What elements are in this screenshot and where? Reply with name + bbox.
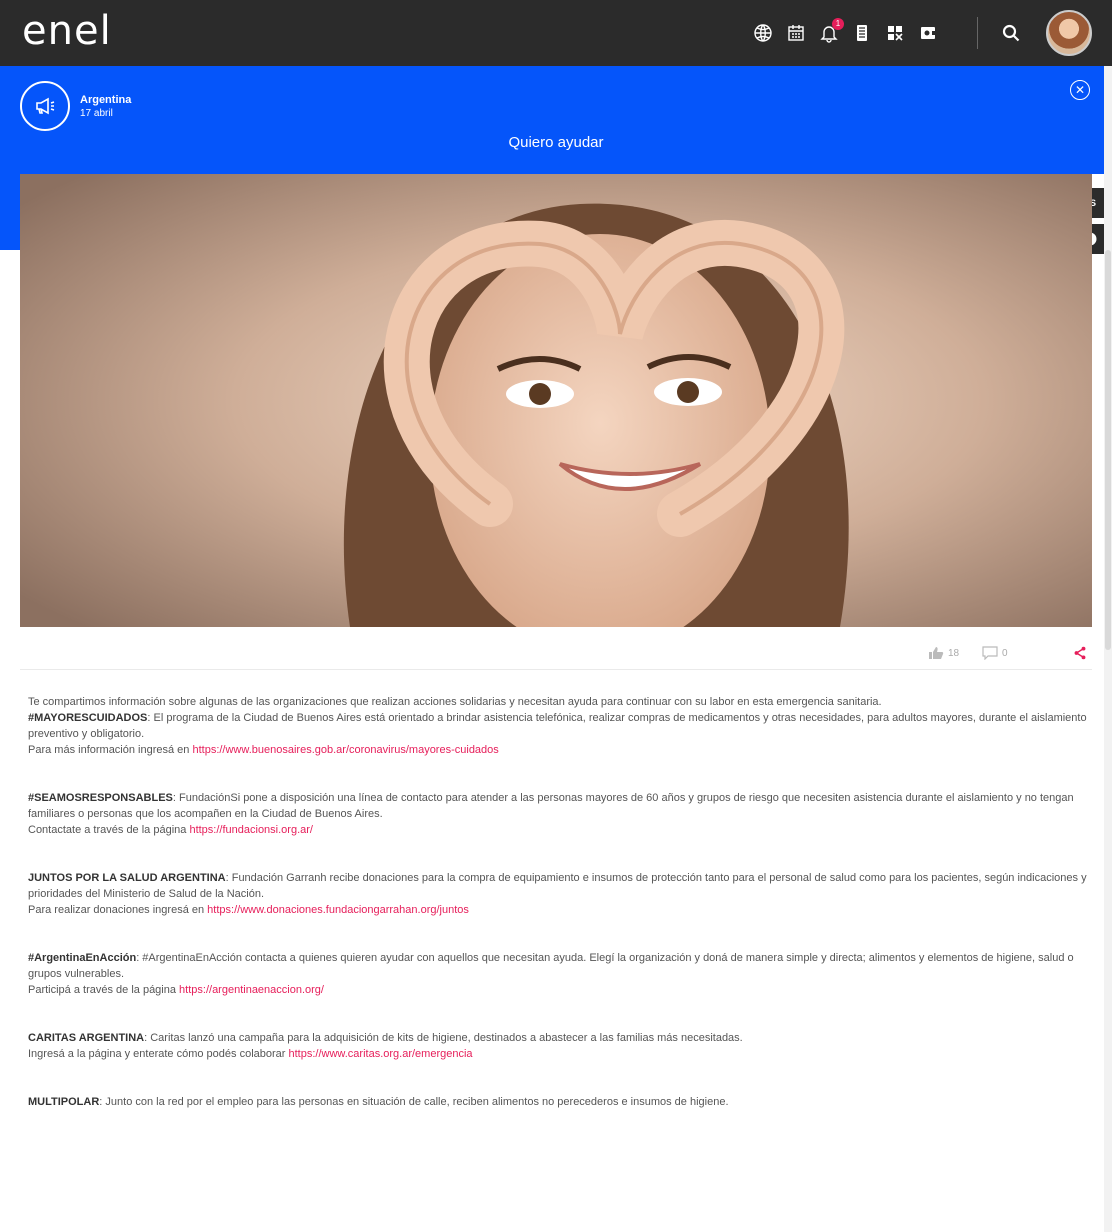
org-heading: MULTIPOLAR (28, 1096, 100, 1108)
user-avatar[interactable] (1046, 10, 1092, 56)
notifications-bell-icon[interactable]: 1 (816, 18, 844, 46)
apps-grid-icon[interactable] (882, 20, 908, 46)
org-link[interactable]: https://fundacionsi.org.ar/ (189, 824, 313, 836)
org-cta: Para más información ingresá en (28, 744, 193, 756)
enel-logo[interactable]: enel (22, 8, 112, 54)
org-block-mayores: #MAYORESCUIDADOS: El programa de la Ciud… (28, 710, 1088, 758)
org-block-seamos: #SEAMOSRESPONSABLES: FundaciónSi pone a … (28, 790, 1088, 838)
org-link[interactable]: https://www.caritas.org.ar/emergencia (289, 1048, 473, 1060)
toolbar-divider (977, 17, 978, 49)
comment-icon (982, 646, 998, 660)
org-block-juntos: JUNTOS POR LA SALUD ARGENTINA: Fundación… (28, 870, 1088, 918)
org-link[interactable]: https://argentinaenaccion.org/ (179, 984, 324, 996)
org-description: : Junto con la red por el empleo para la… (99, 1096, 729, 1108)
org-heading: #ArgentinaEnAcción (28, 952, 137, 964)
share-icon (1074, 646, 1086, 660)
comment-count: 0 (1002, 647, 1008, 659)
post-header-band (0, 66, 1112, 174)
notification-badge: 1 (832, 18, 844, 30)
org-block-multipolar: MULTIPOLAR: Junto con la red por el empl… (28, 1094, 1088, 1110)
post-header-band-edge (0, 174, 20, 250)
page-title: Quiero ayudar (508, 134, 604, 151)
org-cta: Para realizar donaciones ingresá en (28, 904, 208, 916)
post-intro: Te compartimos información sobre algunas… (28, 696, 882, 708)
org-heading: #SEAMOSRESPONSABLES (28, 792, 173, 804)
org-block-caritas: CARITAS ARGENTINA: Caritas lanzó una cam… (28, 1030, 1088, 1062)
org-description: : #ArgentinaEnAcción contacta a quienes … (28, 952, 1074, 980)
org-link[interactable]: https://www.buenosaires.gob.ar/coronavir… (192, 744, 498, 756)
heart-hands-photo (20, 174, 1092, 627)
post-body: Te compartimos información sobre algunas… (28, 694, 1088, 1142)
post-actions-bar: 18 0 (20, 640, 1092, 670)
post-date: 17 abril (80, 108, 113, 119)
org-cta: Contactate a través de la página (28, 824, 190, 836)
thumbs-up-icon (929, 647, 944, 659)
comment-button[interactable]: 0 (982, 646, 1008, 660)
org-heading: JUNTOS POR LA SALUD ARGENTINA (28, 872, 226, 884)
org-cta: Participá a través de la página (28, 984, 180, 996)
like-count: 18 (948, 647, 960, 659)
wallet-icon[interactable] (915, 20, 941, 46)
org-description: : Caritas lanzó una campaña para la adqu… (144, 1032, 743, 1044)
org-heading: #MAYORESCUIDADOS (28, 712, 148, 724)
scrollbar-thumb[interactable] (1105, 250, 1111, 650)
search-icon[interactable] (998, 20, 1024, 46)
top-navigation-bar: enel 1 (0, 0, 1112, 66)
org-link[interactable]: https://www.donaciones.fundaciongarrahan… (207, 904, 469, 916)
close-icon: ✕ (1074, 83, 1086, 97)
share-button[interactable] (1072, 646, 1088, 660)
org-heading: CARITAS ARGENTINA (28, 1032, 145, 1044)
megaphone-icon (20, 81, 70, 131)
post-category[interactable]: Argentina (80, 94, 131, 106)
globe-icon[interactable] (750, 20, 776, 46)
close-button[interactable]: ✕ (1070, 80, 1090, 100)
org-cta: Ingresá a la página y enterate cómo podé… (28, 1048, 289, 1060)
document-icon[interactable] (849, 20, 875, 46)
like-button[interactable]: 18 (928, 646, 959, 660)
calendar-icon[interactable] (783, 20, 809, 46)
org-block-argentina-en-accion: #ArgentinaEnAcción: #ArgentinaEnAcción c… (28, 950, 1088, 998)
hero-image (20, 174, 1092, 627)
org-description: : El programa de la Ciudad de Buenos Air… (28, 712, 1087, 740)
org-description: : FundaciónSi pone a disposición una lín… (28, 792, 1074, 820)
